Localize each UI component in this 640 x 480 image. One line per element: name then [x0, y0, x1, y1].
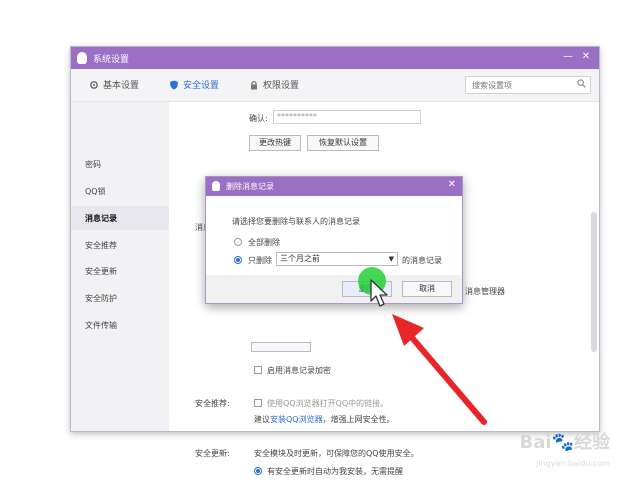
search-input[interactable]	[470, 78, 574, 93]
tab-basic[interactable]: 基本设置	[89, 78, 139, 91]
sidebar-item-qq-lock[interactable]: QQ锁	[85, 186, 106, 197]
delete-messages-dialog: 删除消息记录 ✕ 请选择您要删除与联系人的消息记录 全部删除 只删除 三个月之前…	[205, 176, 463, 304]
delete-all-radio[interactable]	[234, 238, 242, 246]
sidebar-item-message-record[interactable]: 消息记录	[85, 213, 117, 224]
dialog-title: 删除消息记录	[226, 182, 274, 191]
sidebar-item-security-protect[interactable]: 安全防护	[85, 293, 117, 304]
delete-only-radio[interactable]	[234, 256, 242, 264]
shield-icon	[170, 80, 178, 89]
security-recommend-hint: 建议安装QQ浏览器，增强上网安全性。	[254, 414, 395, 425]
sidebar-item-security-recommend[interactable]: 安全推荐	[85, 240, 117, 251]
watermark-url: jingyan.baidu.com	[536, 459, 610, 468]
tab-security[interactable]: 安全设置	[169, 78, 219, 91]
time-range-select[interactable]: 三个月之前 ▼	[276, 252, 398, 266]
tab-basic-label: 基本设置	[103, 81, 140, 91]
search-icon[interactable]	[577, 79, 586, 88]
minimize-button[interactable]: —	[561, 50, 575, 64]
window-titlebar: 系统设置 — ✕	[71, 47, 599, 69]
confirm-label: 确认:	[249, 114, 268, 123]
time-range-value: 三个月之前	[280, 254, 320, 263]
content-scrollbar[interactable]	[591, 212, 597, 352]
dialog-body: 请选择您要删除与联系人的消息记录 全部删除 只删除 三个月之前 ▼ 的消息记录	[206, 196, 462, 275]
baidu-watermark: Bai🐾经验	[520, 428, 610, 454]
use-qq-browser-checkbox[interactable]	[254, 399, 262, 407]
auto-update-radio[interactable]	[254, 467, 262, 475]
enable-encrypt-label: 启用消息记录加密	[267, 366, 331, 375]
qq-penguin-icon	[77, 52, 87, 64]
sidebar-item-security-update[interactable]: 安全更新	[85, 266, 117, 277]
dialog-close-button[interactable]: ✕	[448, 179, 456, 190]
security-update-text: 安全模块及时更新，可保障您的QQ使用安全。	[254, 449, 419, 458]
security-update-label: 安全更新:	[195, 449, 230, 458]
option-suffix-label: 的消息记录	[402, 256, 442, 265]
watermark-brand2: 经验	[574, 432, 610, 453]
hidden-button[interactable]	[251, 342, 311, 352]
security-recommend-label: 安全推荐:	[195, 399, 230, 408]
tab-permission[interactable]: 权限设置	[249, 78, 299, 91]
change-shortcut-button[interactable]: 更改热键	[249, 135, 301, 151]
watermark-brand: Bai	[519, 432, 552, 453]
settings-tabs: 基本设置 安全设置 权限设置	[71, 69, 599, 102]
gear-icon	[90, 80, 98, 89]
mouse-cursor-icon	[370, 279, 388, 307]
dialog-footer: 删除 取消	[206, 275, 462, 303]
sidebar-item-password[interactable]: 密码	[85, 159, 101, 170]
security-recommend-text: 使用QQ浏览器打开QQ中的链接。	[267, 399, 389, 408]
restore-default-button[interactable]: 恢复默认设置	[307, 135, 379, 151]
chevron-down-icon: ▼	[388, 255, 394, 263]
tab-permission-label: 权限设置	[263, 81, 300, 91]
dialog-titlebar: 删除消息记录 ✕	[206, 177, 462, 196]
auto-update-label: 有安全更新时自动为我安装，无需提醒	[267, 467, 403, 476]
cancel-button[interactable]: 取消	[402, 281, 452, 297]
paw-icon: 🐾	[551, 432, 574, 453]
window-title: 系统设置	[93, 55, 130, 65]
hint-suffix: ，增强上网安全性。	[322, 415, 395, 424]
settings-sidebar: 密码 QQ锁 消息记录 安全推荐 安全更新 安全防护 文件传输	[71, 102, 170, 431]
hint-prefix: 建议	[254, 415, 270, 424]
confirm-password-field[interactable]: **********	[273, 110, 421, 124]
enable-encrypt-checkbox[interactable]	[254, 366, 262, 374]
dialog-prompt: 请选择您要删除与联系人的消息记录	[232, 217, 360, 226]
qq-penguin-icon	[212, 181, 220, 191]
sidebar-item-file-transfer[interactable]: 文件传输	[85, 320, 117, 331]
message-manager-text: 消息管理器	[465, 287, 505, 296]
settings-search[interactable]	[465, 76, 591, 94]
install-qq-browser-link[interactable]: 安装QQ浏览器	[270, 415, 323, 424]
close-button[interactable]: ✕	[579, 50, 593, 64]
lock-icon	[251, 80, 257, 89]
delete-only-label: 只删除	[248, 256, 272, 265]
tab-security-label: 安全设置	[183, 81, 220, 91]
delete-all-label: 全部删除	[248, 238, 280, 247]
